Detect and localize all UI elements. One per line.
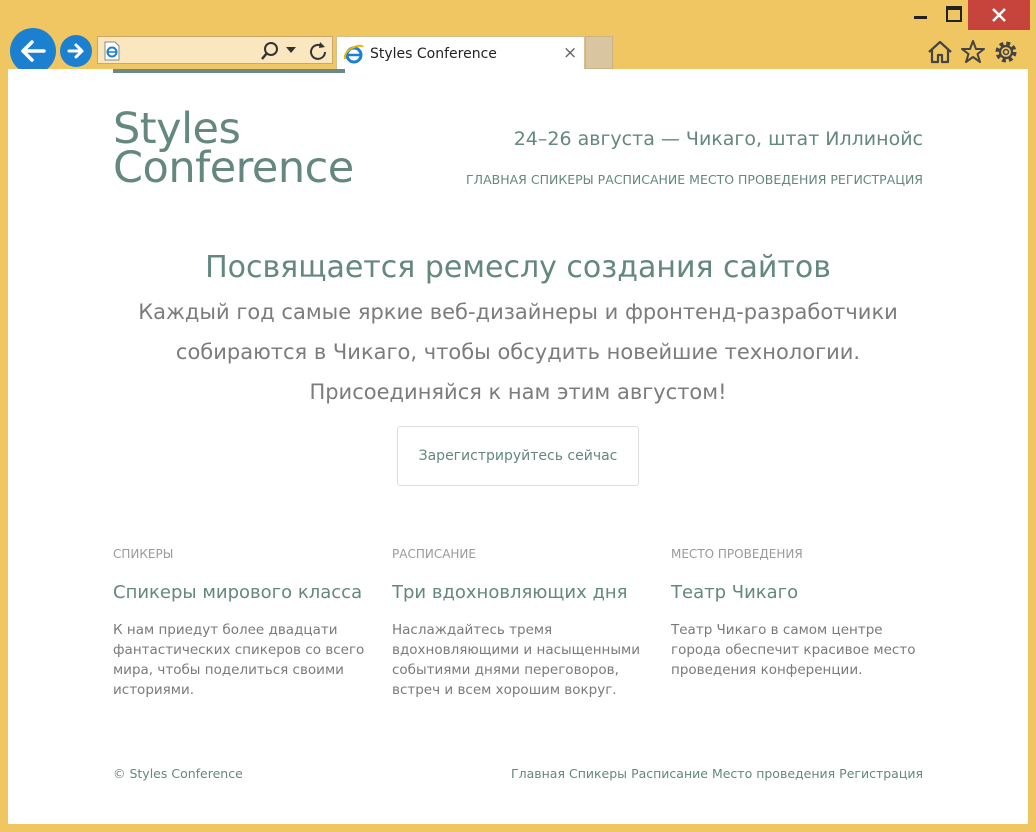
ie-logo-icon <box>343 44 364 64</box>
nav-venue[interactable]: МЕСТО ПРОВЕДЕНИЯ <box>689 172 826 187</box>
page-viewport: Styles Conference 24–26 августа — Чикаго… <box>8 69 1028 824</box>
favorites-star-icon <box>961 40 985 63</box>
forward-button[interactable] <box>60 35 92 67</box>
back-button[interactable] <box>10 28 56 74</box>
home-icon <box>928 40 952 64</box>
tab-styles-conference[interactable]: Styles Conference × <box>336 36 585 69</box>
footer-nav-home[interactable]: Главная <box>511 766 565 781</box>
tab-title: Styles Conference <box>370 46 497 62</box>
site-logo[interactable]: Styles Conference <box>113 108 354 193</box>
maximize-icon <box>946 6 962 22</box>
browser-window: Styles Conference × Styles Conference 24… <box>0 0 1036 832</box>
dropdown-icon[interactable] <box>286 47 296 53</box>
hero-text: Каждый год самые яркие веб-дизайнеры и ф… <box>8 292 1028 412</box>
register-now-button[interactable]: Зарегистрируйтесь сейчас <box>397 426 639 486</box>
header-accent-bar <box>113 69 345 73</box>
favorites-button[interactable] <box>959 38 987 66</box>
venue-section: МЕСТО ПРОВЕДЕНИЯ Театр Чикаго Театр Чика… <box>671 547 926 680</box>
speakers-section: СПИКЕРЫ Спикеры мирового класса К нам пр… <box>113 547 368 700</box>
settings-gear-icon <box>995 41 1017 63</box>
home-button[interactable] <box>926 38 954 66</box>
close-tab-icon[interactable]: × <box>563 43 577 63</box>
nav-register[interactable]: РЕГИСТРАЦИЯ <box>830 172 923 187</box>
nav-home[interactable]: ГЛАВНАЯ <box>466 172 527 187</box>
footer-nav-venue[interactable]: Место проведения <box>712 766 835 781</box>
section-title[interactable]: Три вдохновляющих дня <box>392 582 647 603</box>
hero-line-1: Каждый год самые яркие веб-дизайнеры и ф… <box>138 300 898 324</box>
refresh-icon[interactable] <box>308 41 328 61</box>
section-title[interactable]: Спикеры мирового класса <box>113 582 368 603</box>
section-text: Наслаждайтесь тремя вдохновляющими и нас… <box>392 622 640 698</box>
footer-nav: Главная Спикеры Расписание Место проведе… <box>511 766 923 781</box>
section-kicker: РАСПИСАНИЕ <box>392 547 476 561</box>
footer-nav-schedule[interactable]: Расписание <box>631 766 708 781</box>
footer-copyright: © Styles Conference <box>113 766 243 781</box>
section-kicker: МЕСТО ПРОВЕДЕНИЯ <box>671 547 803 561</box>
primary-nav: ГЛАВНАЯ СПИКЕРЫ РАСПИСАНИЕ МЕСТО ПРОВЕДЕ… <box>466 172 923 187</box>
footer-nav-speakers[interactable]: Спикеры <box>569 766 627 781</box>
minimize-icon <box>913 15 927 19</box>
section-kicker: СПИКЕРЫ <box>113 547 174 561</box>
footer-nav-register[interactable]: Регистрация <box>839 766 923 781</box>
event-dates: 24–26 августа — Чикаго, штат Иллинойс <box>513 128 923 150</box>
new-tab-button[interactable] <box>585 36 613 69</box>
logo-line-2: Conference <box>113 143 354 193</box>
ie-page-icon <box>104 41 120 61</box>
back-arrow-icon <box>21 40 46 62</box>
address-bar[interactable] <box>97 36 333 64</box>
section-text: К нам приедут более двадцати фантастичес… <box>113 622 365 698</box>
forward-arrow-icon <box>67 43 84 59</box>
search-icon[interactable] <box>260 41 280 61</box>
section-text: Театр Чикаго в самом центре города обесп… <box>671 622 916 678</box>
section-title[interactable]: Театр Чикаго <box>671 582 926 603</box>
settings-button[interactable] <box>992 38 1020 66</box>
close-icon <box>992 8 1006 22</box>
close-window-button[interactable] <box>968 0 1030 30</box>
nav-schedule[interactable]: РАСПИСАНИЕ <box>598 172 686 187</box>
nav-speakers[interactable]: СПИКЕРЫ <box>531 172 594 187</box>
hero-line-3: Присоединяйся к нам этим августом! <box>309 380 727 404</box>
hero-line-2: собираются в Чикаго, чтобы обсудить нове… <box>175 340 861 364</box>
hero-title: Посвящается ремеслу создания сайтов <box>205 250 831 285</box>
schedule-section: РАСПИСАНИЕ Три вдохновляющих дня Наслажд… <box>392 547 647 700</box>
